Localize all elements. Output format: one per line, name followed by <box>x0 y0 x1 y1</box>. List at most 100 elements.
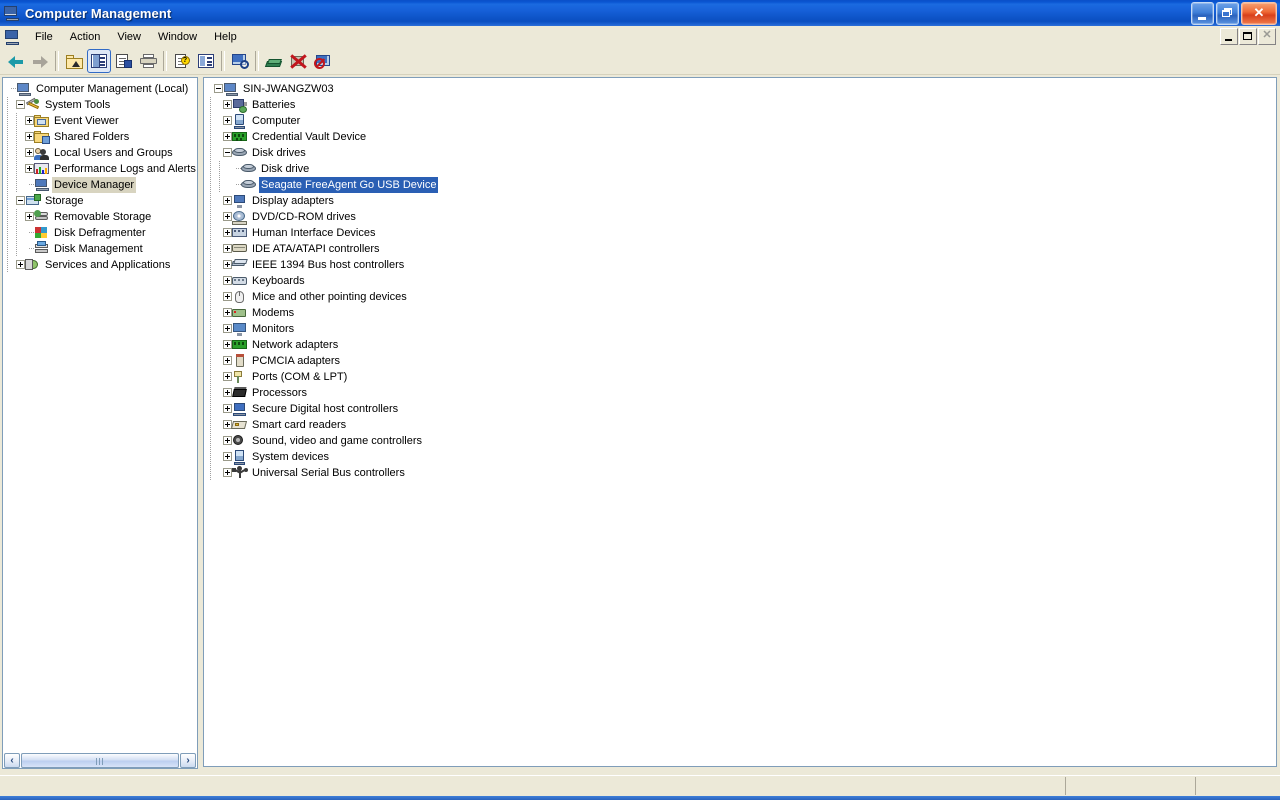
expand-button[interactable] <box>25 212 34 221</box>
tree-item-event-viewer[interactable]: Event Viewer <box>3 113 197 129</box>
menu-file[interactable]: File <box>28 29 60 45</box>
device-node-secure-digital-host-controllers[interactable]: Secure Digital host controllers <box>206 401 1277 417</box>
scroll-left-button[interactable]: ‹ <box>4 753 20 768</box>
expand-button[interactable] <box>223 452 232 461</box>
expand-button[interactable] <box>223 436 232 445</box>
device-node-mice-and-other-pointing-devices[interactable]: Mice and other pointing devices <box>206 289 1277 305</box>
collapse-button[interactable] <box>16 100 25 109</box>
device-node-computer[interactable]: SIN-JWANGZW03 <box>206 81 1277 97</box>
show-hide-tree-button[interactable] <box>87 49 111 73</box>
tree-guide-line <box>215 161 224 177</box>
device-node-universal-serial-bus-controllers[interactable]: Universal Serial Bus controllers <box>206 465 1277 481</box>
mdi-minimize-button[interactable] <box>1220 28 1238 45</box>
tree-item-shared-folders[interactable]: Shared Folders <box>3 129 197 145</box>
device-node-credential-vault-device[interactable]: Credential Vault Device <box>206 129 1277 145</box>
collapse-button[interactable] <box>214 84 223 93</box>
menu-help[interactable]: Help <box>207 29 244 45</box>
tree-item-system-tools[interactable]: System Tools <box>3 97 197 113</box>
print-button[interactable] <box>137 50 159 72</box>
tree-item-local-users-and-groups[interactable]: Local Users and Groups <box>3 145 197 161</box>
expand-button[interactable] <box>223 340 232 349</box>
tree-item-storage[interactable]: Storage <box>3 193 197 209</box>
device-node-pcmcia-adapters[interactable]: PCMCIA adapters <box>206 353 1277 369</box>
help-button[interactable]: ? <box>171 50 193 72</box>
expand-button[interactable] <box>25 116 34 125</box>
device-node-sound-video-and-game-controllers[interactable]: Sound, video and game controllers <box>206 433 1277 449</box>
expand-button[interactable] <box>223 100 232 109</box>
properties-button[interactable] <box>113 50 135 72</box>
mdi-close-button[interactable]: ✕ <box>1258 28 1276 45</box>
device-node-monitors[interactable]: Monitors <box>206 321 1277 337</box>
device-node-processors[interactable]: Processors <box>206 385 1277 401</box>
expand-button[interactable] <box>223 212 232 221</box>
device-node-ieee-1394-bus-host-controllers[interactable]: IEEE 1394 Bus host controllers <box>206 257 1277 273</box>
expand-button[interactable] <box>223 468 232 477</box>
device-node-smart-card-readers[interactable]: Smart card readers <box>206 417 1277 433</box>
expand-button[interactable] <box>223 308 232 317</box>
device-node-network-adapters[interactable]: Network adapters <box>206 337 1277 353</box>
device-manager-pane[interactable]: SIN-JWANGZW03BatteriesComputerCredential… <box>203 77 1277 767</box>
scan-hardware-button[interactable] <box>229 50 251 72</box>
expand-button[interactable] <box>223 132 232 141</box>
collapse-button[interactable] <box>16 196 25 205</box>
device-node-batteries[interactable]: Batteries <box>206 97 1277 113</box>
device-node-display-adapters[interactable]: Display adapters <box>206 193 1277 209</box>
tree-item-computer-management-local[interactable]: Computer Management (Local) <box>3 81 197 97</box>
device-node-dvd-cdrom-drives[interactable]: DVD/CD-ROM drives <box>206 209 1277 225</box>
expand-button[interactable] <box>223 196 232 205</box>
tree-item-performance-logs-and-alerts[interactable]: Performance Logs and Alerts <box>3 161 197 177</box>
device-node-seagate-freeagent-go-usb-device[interactable]: Seagate FreeAgent Go USB Device <box>206 177 1277 193</box>
expand-button[interactable] <box>25 132 34 141</box>
device-node-keyboards[interactable]: Keyboards <box>206 273 1277 289</box>
expand-button[interactable] <box>25 164 34 173</box>
close-button[interactable]: ✕ <box>1241 2 1277 25</box>
view-pane-button[interactable] <box>195 50 217 72</box>
expand-button[interactable] <box>223 388 232 397</box>
device-node-modems[interactable]: Modems <box>206 305 1277 321</box>
disk-defragmenter-icon <box>34 225 50 241</box>
console-tree-horizontal-scrollbar[interactable]: ‹ › <box>2 752 198 769</box>
update-driver-button[interactable] <box>263 50 285 72</box>
menu-window[interactable]: Window <box>151 29 204 45</box>
scrollbar-track[interactable] <box>21 753 179 768</box>
menu-view[interactable]: View <box>110 29 148 45</box>
collapse-button[interactable] <box>223 148 232 157</box>
device-node-human-interface-devices[interactable]: Human Interface Devices <box>206 225 1277 241</box>
tree-item-services-and-applications[interactable]: Services and Applications <box>3 257 197 273</box>
uninstall-device-button[interactable] <box>311 50 333 72</box>
expand-button[interactable] <box>223 356 232 365</box>
scroll-right-button[interactable]: › <box>180 753 196 768</box>
tree-item-label: Modems <box>250 305 296 321</box>
mdi-restore-button[interactable] <box>1239 28 1257 45</box>
device-node-ports-com-lpt[interactable]: Ports (COM & LPT) <box>206 369 1277 385</box>
tree-item-disk-defragmenter[interactable]: Disk Defragmenter <box>3 225 197 241</box>
expand-button[interactable] <box>223 324 232 333</box>
expand-button[interactable] <box>25 148 34 157</box>
expand-button[interactable] <box>223 244 232 253</box>
expand-button[interactable] <box>223 228 232 237</box>
device-node-computer-class[interactable]: Computer <box>206 113 1277 129</box>
disable-device-button[interactable] <box>287 50 309 72</box>
expand-button[interactable] <box>223 116 232 125</box>
expand-button[interactable] <box>223 276 232 285</box>
scrollbar-thumb[interactable] <box>21 753 179 768</box>
console-tree-pane[interactable]: Computer Management (Local)System ToolsE… <box>2 77 198 767</box>
tree-item-label: Storage <box>43 193 86 209</box>
menu-action[interactable]: Action <box>63 29 108 45</box>
restore-button[interactable] <box>1216 2 1239 25</box>
device-node-ide-ata-atapi-controllers[interactable]: IDE ATA/ATAPI controllers <box>206 241 1277 257</box>
device-node-system-devices[interactable]: System devices <box>206 449 1277 465</box>
device-node-disk-drive[interactable]: Disk drive <box>206 161 1277 177</box>
expand-button[interactable] <box>223 292 232 301</box>
expand-button[interactable] <box>223 372 232 381</box>
tree-item-disk-management[interactable]: Disk Management <box>3 241 197 257</box>
expand-button[interactable] <box>223 404 232 413</box>
expand-button[interactable] <box>16 260 25 269</box>
back-button[interactable] <box>5 50 27 72</box>
tree-item-device-manager[interactable]: Device Manager <box>3 177 197 193</box>
forward-button[interactable] <box>29 50 51 72</box>
device-node-disk-drives[interactable]: Disk drives <box>206 145 1277 161</box>
minimize-button[interactable] <box>1191 2 1214 25</box>
up-one-level-button[interactable] <box>63 50 85 72</box>
tree-item-removable-storage[interactable]: Removable Storage <box>3 209 197 225</box>
